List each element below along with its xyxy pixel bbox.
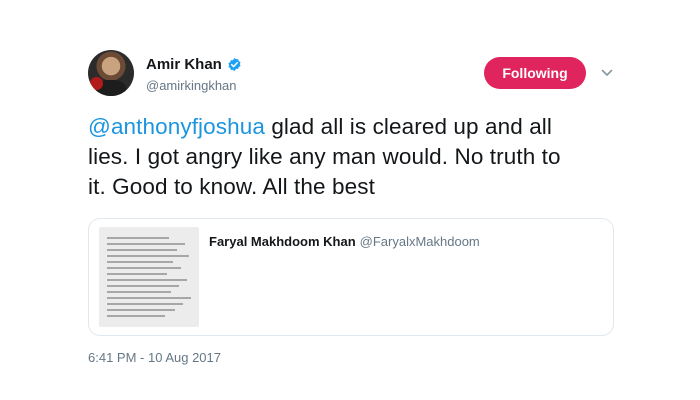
thumbnail-text-line bbox=[107, 267, 181, 269]
thumbnail-text-line bbox=[107, 255, 189, 257]
screenshot-thumbnail[interactable] bbox=[99, 227, 199, 327]
thumbnail-text-line bbox=[107, 315, 165, 317]
quoted-author[interactable]: Faryal Makhdoom Khan @FaryalxMakhdoom bbox=[209, 234, 480, 249]
thumbnail-text-line bbox=[107, 291, 171, 293]
chevron-down-icon[interactable] bbox=[600, 66, 614, 80]
verified-badge-icon bbox=[228, 57, 241, 72]
thumbnail-text-line bbox=[107, 273, 167, 275]
thumbnail-text-line bbox=[107, 243, 185, 245]
thumbnail-text-line bbox=[107, 261, 173, 263]
avatar-glove bbox=[90, 77, 103, 90]
thumbnail-text-line bbox=[107, 249, 177, 251]
mention-link[interactable]: @anthonyfjoshua bbox=[88, 114, 265, 139]
quoted-tweet[interactable]: Faryal Makhdoom Khan @FaryalxMakhdoom bbox=[88, 218, 614, 336]
thumbnail-text-line bbox=[107, 279, 187, 281]
quoted-author-handle[interactable]: @FaryalxMakhdoom bbox=[360, 234, 480, 249]
thumbnail-text-line bbox=[107, 309, 175, 311]
tweet-card: Amir Khan @amirkingkhan Following @antho… bbox=[0, 0, 700, 400]
author-handle[interactable]: @amirkingkhan bbox=[146, 78, 237, 93]
tweet-timestamp[interactable]: 6:41 PM - 10 Aug 2017 bbox=[88, 350, 221, 365]
author-avatar[interactable] bbox=[88, 50, 134, 96]
following-button[interactable]: Following bbox=[484, 57, 586, 89]
author-name[interactable]: Amir Khan bbox=[146, 56, 222, 73]
tweet-text: @anthonyfjoshua glad all is cleared up a… bbox=[88, 112, 568, 202]
thumbnail-text-line bbox=[107, 237, 169, 239]
thumbnail-text-line bbox=[107, 285, 179, 287]
author-name-row[interactable]: Amir Khan bbox=[146, 56, 242, 73]
thumbnail-text-line bbox=[107, 297, 191, 299]
quoted-author-name[interactable]: Faryal Makhdoom Khan bbox=[209, 234, 356, 249]
thumbnail-text-line bbox=[107, 303, 183, 305]
